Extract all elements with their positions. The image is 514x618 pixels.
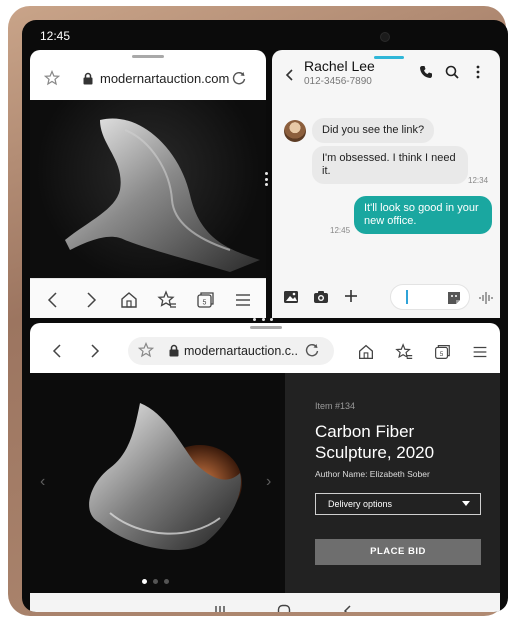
select-label: Delivery options <box>328 499 393 509</box>
sculpture-image <box>30 100 266 278</box>
sticker-icon[interactable] <box>446 290 462 311</box>
home-button-icon[interactable] <box>276 603 292 612</box>
back-icon[interactable] <box>42 289 64 311</box>
tabs-icon[interactable]: 5 <box>432 342 452 367</box>
carousel-dot[interactable] <box>142 579 147 584</box>
chevron-down-icon <box>462 501 470 506</box>
lock-icon <box>168 344 180 362</box>
svg-text:5: 5 <box>440 351 444 358</box>
delivery-options-select[interactable]: Delivery options <box>315 493 481 515</box>
browser-top-bar: modernartauction.c.. 5 <box>30 333 500 369</box>
message-timestamp: 12:34 <box>468 176 489 185</box>
url-text: modernartauction.com <box>100 71 230 86</box>
message-timestamp: 12:45 <box>330 226 351 235</box>
message-bubble-incoming[interactable]: I'm obsessed. I think I need it. <box>312 146 468 184</box>
device-frame: 12:45 modernartauction.com 5 Rachel Lee … <box>8 6 508 616</box>
contact-name[interactable]: Rachel Lee <box>304 58 375 74</box>
back-icon[interactable] <box>340 603 356 612</box>
product-image-carousel[interactable]: ‹ › <box>30 373 285 593</box>
recent-apps-icon[interactable] <box>212 603 228 612</box>
item-number: Item #134 <box>315 401 356 411</box>
pane-drag-handle[interactable] <box>132 55 164 58</box>
gallery-icon[interactable] <box>282 288 300 311</box>
tabs-icon[interactable]: 5 <box>194 289 216 311</box>
screen: 12:45 modernartauction.com 5 Rachel Lee … <box>22 20 508 612</box>
bookmarks-icon[interactable] <box>156 289 178 311</box>
forward-icon[interactable] <box>80 289 102 311</box>
svg-text:5: 5 <box>203 300 207 307</box>
browser-toolbar: 5 <box>30 278 266 318</box>
bookmark-star-icon[interactable] <box>43 69 61 91</box>
system-navigation-bar <box>30 593 500 612</box>
product-info-panel: Item #134 Carbon Fiber Sculpture, 2020 A… <box>285 373 500 593</box>
item-author: Author Name: Elizabeth Sober <box>315 469 430 479</box>
carousel-dot[interactable] <box>153 579 158 584</box>
carousel-dot[interactable] <box>164 579 169 584</box>
more-options-icon[interactable] <box>470 64 486 85</box>
contact-phone: 012-3456-7890 <box>304 76 372 87</box>
lock-icon <box>82 72 94 90</box>
bookmark-star-icon[interactable] <box>137 341 155 363</box>
split-view-vertical-handle[interactable] <box>265 172 269 186</box>
carousel-indicator <box>142 579 169 584</box>
back-icon[interactable] <box>48 342 66 365</box>
top-left-browser-pane: modernartauction.com 5 <box>30 50 266 318</box>
message-composer <box>272 278 500 318</box>
bookmarks-icon[interactable] <box>394 342 414 367</box>
pane-drag-handle[interactable] <box>250 326 282 329</box>
add-icon[interactable] <box>342 287 360 310</box>
split-view-horizontal-handle[interactable] <box>253 318 273 322</box>
avatar[interactable] <box>284 120 306 142</box>
text-cursor <box>406 290 408 304</box>
voice-wave-icon[interactable] <box>478 290 494 311</box>
search-icon[interactable] <box>444 64 460 85</box>
reload-icon[interactable] <box>304 342 320 363</box>
item-title: Carbon Fiber Sculpture, 2020 <box>315 422 435 462</box>
home-icon[interactable] <box>356 342 376 367</box>
carousel-next-icon[interactable]: › <box>266 473 271 491</box>
front-camera <box>380 32 390 42</box>
message-bubble-incoming[interactable]: Did you see the link? <box>312 118 435 143</box>
forward-icon[interactable] <box>86 342 104 365</box>
menu-icon[interactable] <box>232 289 254 311</box>
bottom-browser-pane: modernartauction.c.. 5 ‹ › Item #134 Car… <box>30 323 500 593</box>
camera-icon[interactable] <box>312 288 330 311</box>
back-icon[interactable] <box>284 68 296 87</box>
message-bubble-outgoing[interactable]: It'll look so good in your new office. <box>354 196 492 234</box>
reload-icon[interactable] <box>231 70 247 91</box>
place-bid-button[interactable]: PLACE BID <box>315 539 481 565</box>
messages-pane: Rachel Lee 012-3456-7890 Did you see the… <box>272 50 500 318</box>
sculpture-image <box>89 403 242 551</box>
carousel-prev-icon[interactable]: ‹ <box>40 473 45 491</box>
url-text: modernartauction.c.. <box>184 344 298 358</box>
status-time: 12:45 <box>40 29 71 43</box>
home-icon[interactable] <box>118 289 140 311</box>
conversation-header: Rachel Lee 012-3456-7890 <box>272 50 500 100</box>
address-bar[interactable]: modernartauction.com <box>30 64 266 94</box>
call-icon[interactable] <box>418 64 434 85</box>
status-bar: 12:45 <box>22 20 508 48</box>
menu-icon[interactable] <box>470 342 490 367</box>
address-bar[interactable]: modernartauction.c.. <box>128 337 334 365</box>
